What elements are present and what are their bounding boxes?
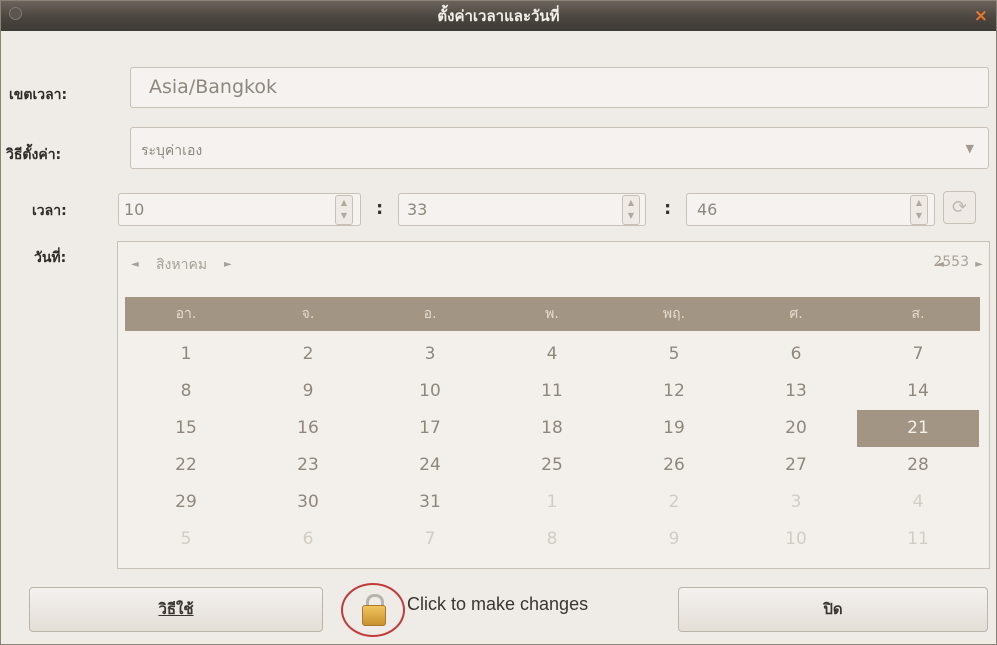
calendar-day[interactable]: 21: [857, 410, 979, 447]
close-button-label: ปิด: [823, 600, 843, 618]
window-title: ตั้งค่าเวลาและวันที่: [437, 7, 560, 25]
minute-spinner-arrows[interactable]: ▲ ▼: [622, 195, 640, 225]
method-label: วิธีตั้งค่า:: [6, 147, 62, 163]
date-label: วันที่:: [34, 250, 67, 266]
weekday-sat: ส.: [911, 306, 925, 322]
calendar-day[interactable]: 18: [491, 410, 613, 447]
calendar-day[interactable]: 4: [857, 484, 979, 521]
weekday-sun: อา.: [175, 306, 197, 322]
calendar-day[interactable]: 26: [613, 447, 735, 484]
calendar-day[interactable]: 25: [491, 447, 613, 484]
next-year-icon[interactable]: ►: [975, 259, 983, 270]
weekday-header: อา. จ. อ. พ. พฤ. ศ. ส.: [125, 297, 980, 331]
calendar-day[interactable]: 3: [735, 484, 857, 521]
time-separator-2: :: [664, 198, 672, 219]
calendar-days: 1 2 3 4 5 6 7 8 9 10 11 12 13 14 15 16 17 18 19 20 21 22 23 24 2…: [125, 336, 980, 558]
calendar-day[interactable]: 6: [735, 336, 857, 373]
second-spin-field[interactable]: 46: [686, 193, 935, 226]
calendar-day[interactable]: 9: [247, 373, 369, 410]
title-bar: ตั้งค่าเวลาและวันที่ ×: [1, 1, 996, 31]
calendar-day[interactable]: 7: [857, 336, 979, 373]
calendar-day[interactable]: 10: [369, 373, 491, 410]
weekday-mon: จ.: [301, 306, 315, 322]
refresh-icon[interactable]: ⟳: [943, 191, 976, 224]
calendar-day[interactable]: 28: [857, 447, 979, 484]
calendar-day[interactable]: 19: [613, 410, 735, 447]
calendar-day[interactable]: 2: [247, 336, 369, 373]
lock-highlight-circle: [341, 583, 405, 637]
calendar-day[interactable]: 3: [369, 336, 491, 373]
calendar-day[interactable]: 31: [369, 484, 491, 521]
calendar-month: สิงหาคม: [156, 257, 208, 273]
calendar-day[interactable]: 13: [735, 373, 857, 410]
weekday-wed: พ.: [545, 306, 559, 322]
calendar-day[interactable]: 17: [369, 410, 491, 447]
calendar-day[interactable]: 24: [369, 447, 491, 484]
close-icon[interactable]: ×: [974, 1, 988, 31]
calendar-day[interactable]: 6: [247, 521, 369, 558]
prev-month-icon[interactable]: ◄: [131, 259, 139, 270]
method-select[interactable]: ระบุค่าเอง ▼: [130, 127, 989, 169]
lock-text[interactable]: Click to make changes: [407, 594, 588, 615]
calendar-day[interactable]: 14: [857, 373, 979, 410]
calendar-day[interactable]: 10: [735, 521, 857, 558]
calendar-day[interactable]: 7: [369, 521, 491, 558]
help-button[interactable]: วิธีใช้: [29, 587, 323, 632]
chevron-down-icon: ▼: [965, 142, 974, 155]
calendar-year: 2553: [933, 254, 969, 270]
weekday-thu: พฤ.: [662, 306, 686, 322]
hour-spinner-arrows[interactable]: ▲ ▼: [335, 195, 353, 225]
date-time-window: ตั้งค่าเวลาและวันที่ × เขตเวลา: Asia/Ban…: [0, 0, 997, 645]
window-menu-icon[interactable]: [9, 7, 22, 20]
calendar-day[interactable]: 20: [735, 410, 857, 447]
weekday-tue: อ.: [423, 306, 437, 322]
time-label: เวลา:: [32, 203, 67, 219]
calendar-day[interactable]: 1: [491, 484, 613, 521]
calendar-day[interactable]: 2: [613, 484, 735, 521]
hour-spin-field[interactable]: 10: [118, 193, 361, 226]
calendar-day[interactable]: 30: [247, 484, 369, 521]
timezone-label: เขตเวลา:: [9, 87, 68, 103]
calendar-day[interactable]: 5: [125, 521, 247, 558]
hour-value: 10: [124, 200, 145, 219]
calendar: ◄ สิงหาคม ► ◄ 2553 ► อา. จ. อ. พ. พฤ. ศ.…: [117, 241, 990, 569]
calendar-day[interactable]: 9: [613, 521, 735, 558]
timezone-value: Asia/Bangkok: [149, 76, 277, 98]
method-value: ระบุค่าเอง: [141, 143, 203, 159]
calendar-day[interactable]: 8: [491, 521, 613, 558]
time-separator-1: :: [376, 198, 384, 219]
calendar-day[interactable]: 22: [125, 447, 247, 484]
calendar-day[interactable]: 1: [125, 336, 247, 373]
minute-spin-field[interactable]: 33: [398, 193, 646, 226]
calendar-day[interactable]: 5: [613, 336, 735, 373]
calendar-day[interactable]: 12: [613, 373, 735, 410]
minute-value: 33: [407, 200, 428, 219]
calendar-day[interactable]: 16: [247, 410, 369, 447]
calendar-day[interactable]: 29: [125, 484, 247, 521]
lock-icon[interactable]: [362, 605, 386, 626]
weekday-fri: ศ.: [789, 306, 803, 322]
calendar-day[interactable]: 11: [491, 373, 613, 410]
next-month-icon[interactable]: ►: [224, 259, 232, 270]
calendar-day[interactable]: 4: [491, 336, 613, 373]
calendar-day[interactable]: 8: [125, 373, 247, 410]
calendar-day[interactable]: 27: [735, 447, 857, 484]
calendar-day[interactable]: 15: [125, 410, 247, 447]
timezone-field[interactable]: Asia/Bangkok: [130, 67, 989, 108]
close-button[interactable]: ปิด: [678, 587, 988, 632]
second-value: 46: [697, 200, 718, 219]
second-spinner-arrows[interactable]: ▲ ▼: [910, 195, 928, 225]
help-button-label: วิธีใช้: [158, 600, 194, 618]
calendar-day[interactable]: 11: [857, 521, 979, 558]
calendar-day[interactable]: 23: [247, 447, 369, 484]
